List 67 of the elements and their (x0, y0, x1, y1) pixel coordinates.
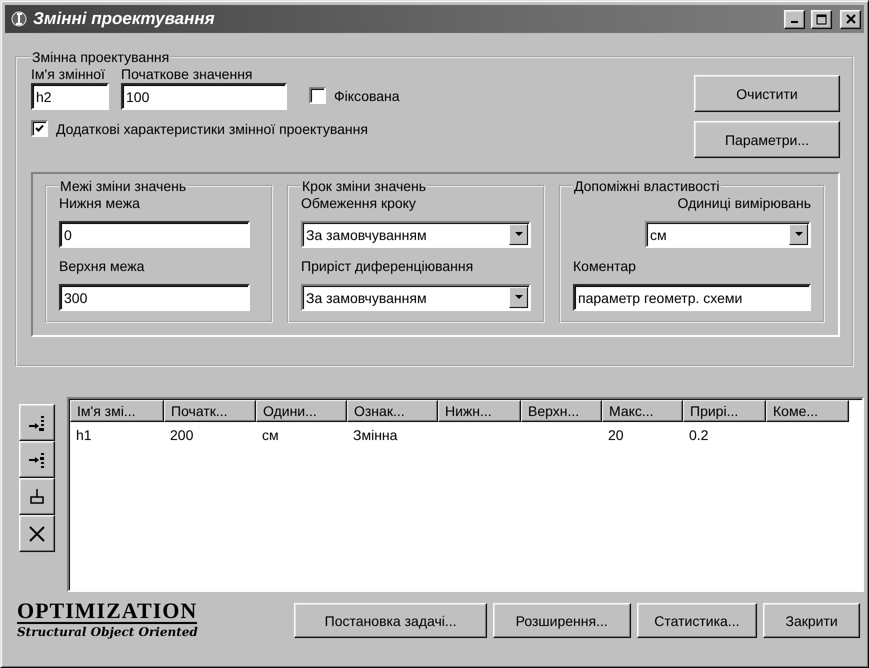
checkbox-label: Додаткові характеристики змінної проектування (56, 120, 368, 136)
close-window-button[interactable]: Закрити (763, 603, 860, 638)
field-label: Приріст диференціювання (301, 257, 474, 275)
maximize-button[interactable] (811, 10, 832, 28)
field-label: Нижня межа (59, 194, 141, 212)
field-label: Обмеження кроку (301, 194, 417, 212)
app-icon (11, 11, 27, 27)
input-field[interactable]: параметр геометр. схеми (573, 284, 811, 311)
input-field[interactable]: 0 (59, 221, 250, 248)
field-label: Початкове значення (121, 65, 254, 83)
dropdown-button[interactable] (509, 224, 528, 245)
input-field[interactable]: 300 (59, 284, 250, 311)
field-label: Коментар (573, 257, 637, 275)
tool-button[interactable] (19, 441, 55, 478)
column-header[interactable]: Прирі... (683, 400, 766, 422)
column-header[interactable]: Початк... (164, 400, 256, 422)
clear-button[interactable]: Очистити (694, 75, 840, 112)
tool-button[interactable] (19, 404, 55, 441)
dropdown[interactable]: см (645, 221, 811, 248)
minimize-icon (791, 21, 798, 23)
caret-icon (514, 232, 522, 237)
checkbox[interactable] (31, 120, 48, 137)
group-label: Допоміжні властивості (573, 178, 721, 194)
column-header[interactable]: Верхн... (521, 400, 602, 422)
close-icon (846, 14, 856, 24)
window-title: Змінні проектування (33, 9, 216, 29)
statistics-button[interactable]: Статистика... (636, 603, 758, 638)
dropdown[interactable]: За замовчуванням (301, 221, 531, 248)
close-button[interactable] (840, 10, 861, 28)
dropdown[interactable]: За замовчуванням (301, 284, 531, 311)
field-label: Ім'я змінної (31, 65, 106, 83)
caret-icon (794, 232, 802, 237)
field-label: Верхня межа (59, 257, 146, 275)
maximize-icon (816, 14, 827, 24)
group-label: Змінна проектування (31, 49, 170, 65)
table-cell: h1 (76, 427, 92, 443)
checkmark-icon (34, 123, 45, 134)
tool-button[interactable] (19, 515, 55, 552)
group-label: Межі зміни значень (59, 178, 188, 194)
table-cell: 0.2 (689, 427, 708, 443)
column-header[interactable]: Коме... (766, 400, 849, 422)
field-label: Одиниці вимірювань (677, 194, 811, 212)
group-label: Крок зміни значень (301, 178, 428, 194)
dropdown-button[interactable] (789, 224, 808, 245)
column-header[interactable]: Ознак... (347, 400, 438, 422)
problem-setup-button[interactable]: Постановка задачі... (294, 603, 487, 638)
logo-title: OPTIMIZATION (17, 600, 198, 624)
column-header[interactable]: Нижн... (438, 400, 521, 422)
column-header[interactable]: Макс... (602, 400, 683, 422)
column-header[interactable]: Ім'я змі... (70, 400, 164, 422)
delete-icon (28, 524, 46, 542)
checkbox-label: Фіксована (334, 88, 400, 104)
table-cell: 200 (170, 427, 194, 443)
table-cell: 20 (608, 427, 624, 443)
logo-subtitle: Structural Object Oriented (17, 624, 198, 641)
input-field[interactable]: 100 (121, 83, 287, 110)
table-cell: см (262, 427, 279, 443)
extensions-button[interactable]: Розширення... (492, 603, 631, 638)
column-header[interactable]: Одини... (256, 400, 347, 422)
dropdown-button[interactable] (509, 287, 528, 308)
tool-button[interactable] (19, 478, 55, 515)
checkbox[interactable] (309, 87, 326, 104)
input-field[interactable]: h2 (31, 83, 109, 110)
parameters-button[interactable]: Параметри... (694, 121, 840, 158)
caret-icon (514, 295, 522, 300)
minimize-button[interactable] (784, 10, 805, 28)
table-cell: Змінна (353, 427, 398, 443)
